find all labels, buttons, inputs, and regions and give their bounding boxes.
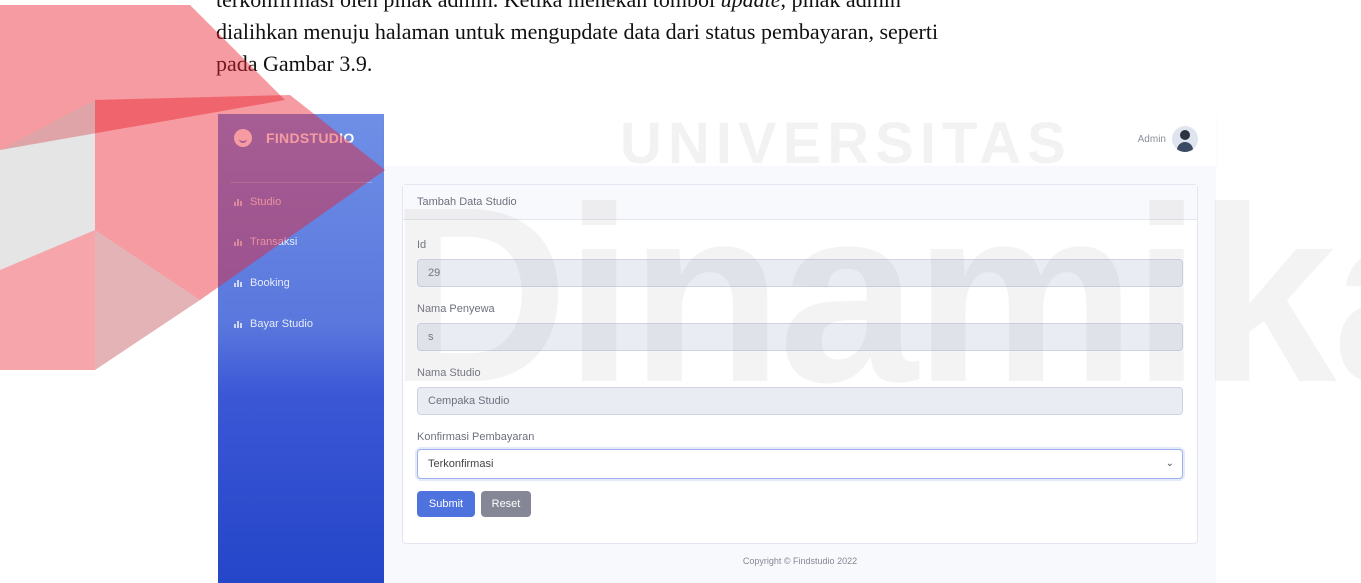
paper-line-1-post: , pihak admin	[781, 0, 901, 12]
paper-line-1-emphasis: update	[721, 0, 781, 12]
footer-copyright: Copyright © Findstudio 2022	[742, 556, 858, 566]
watermark-dinamika: Dinamika	[388, 155, 1361, 434]
submit-button[interactable]: Submit	[417, 491, 475, 517]
user-name[interactable]: Admin	[1138, 134, 1166, 145]
reset-button[interactable]: Reset	[481, 491, 531, 517]
watermark-logo	[0, 5, 385, 370]
chevron-down-icon: ⌄	[1165, 458, 1174, 469]
select-value: Terkonfirmasi	[428, 458, 494, 470]
konfirmasi-pembayaran-select[interactable]: Terkonfirmasi ⌄	[417, 449, 1183, 479]
avatar[interactable]	[1172, 126, 1198, 152]
